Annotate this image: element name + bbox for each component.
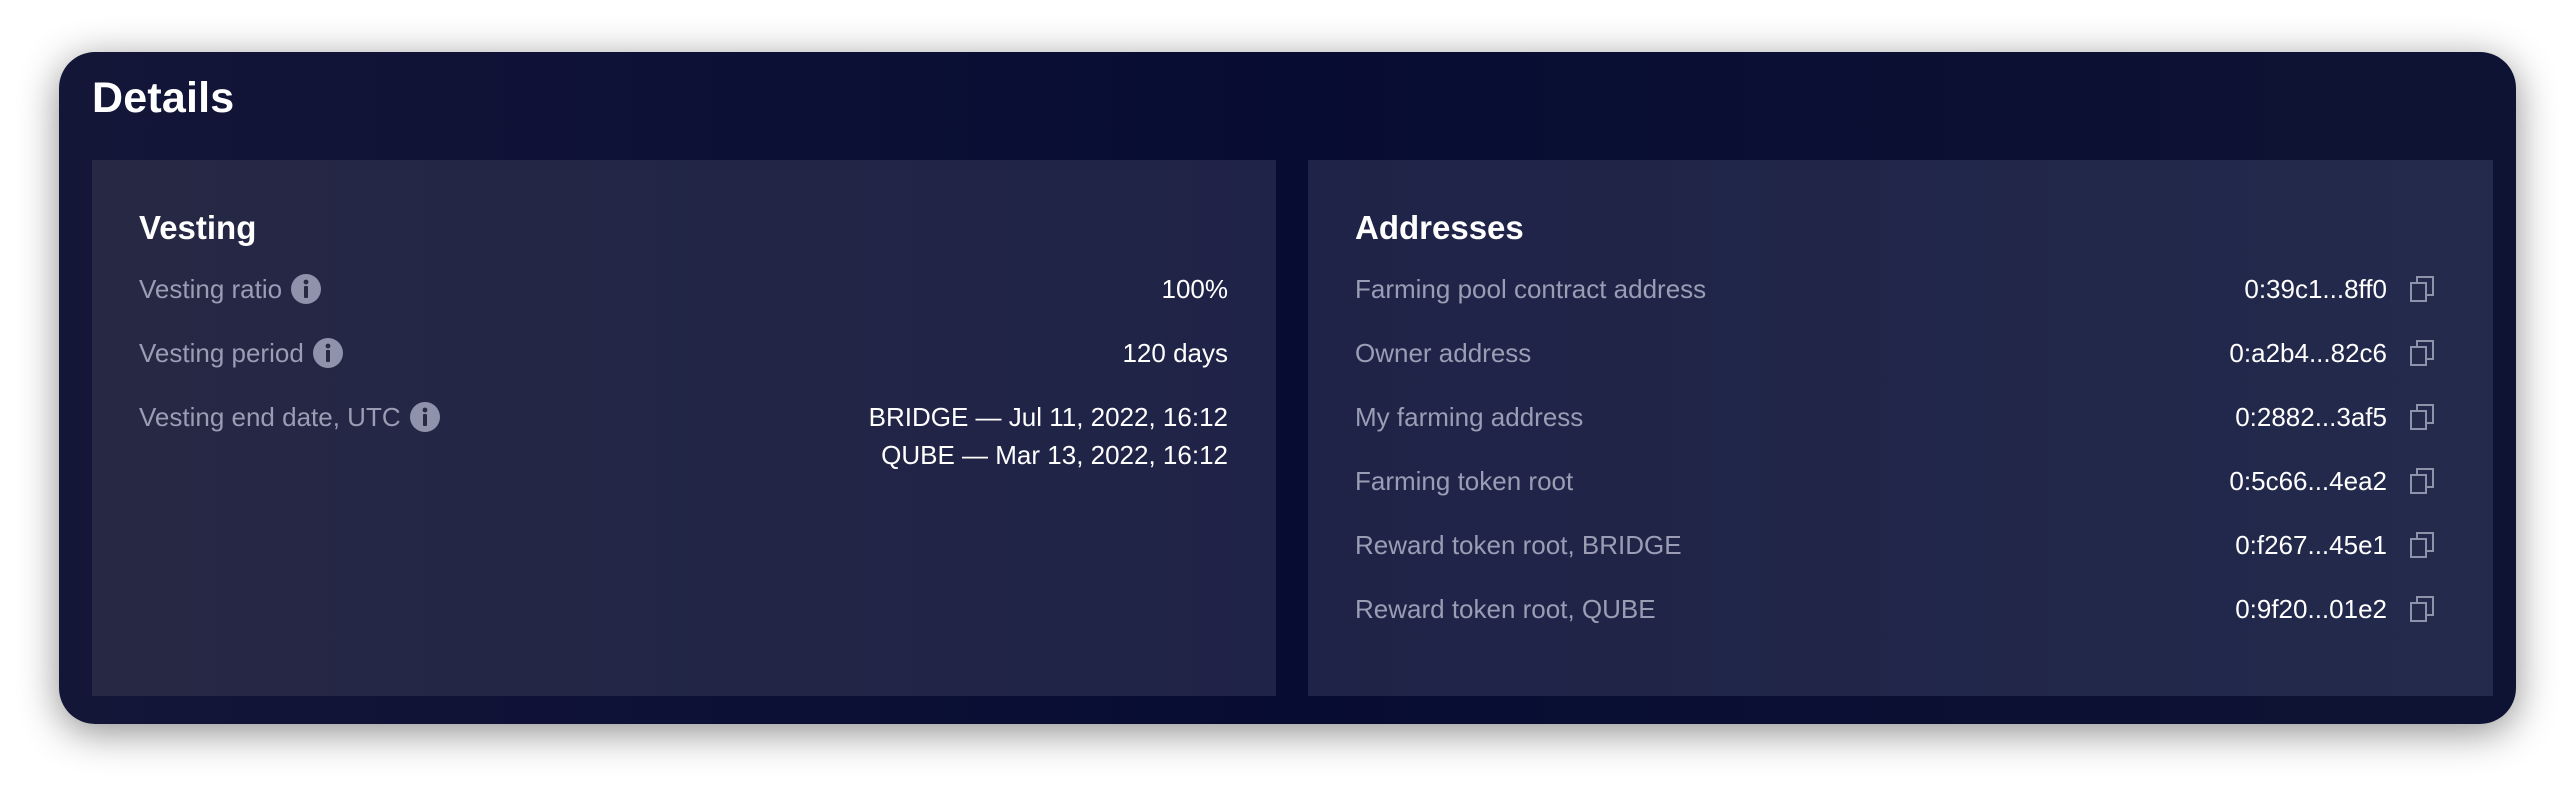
details-card: Details Vesting Vesting ratio 100% Vesti… <box>59 52 2516 724</box>
address-value[interactable]: 0:39c1...8ff0 <box>2244 270 2387 308</box>
vesting-panel: Vesting Vesting ratio 100% Vesting perio… <box>92 160 1276 696</box>
vesting-title: Vesting <box>139 209 257 246</box>
copy-icon[interactable] <box>2407 402 2437 432</box>
address-label: My farming address <box>1355 402 1584 432</box>
copy-icon[interactable] <box>2407 466 2437 496</box>
addresses-title: Addresses <box>1355 209 1524 246</box>
address-value[interactable]: 0:2882...3af5 <box>2235 398 2387 436</box>
vesting-end-date-qube: QUBE — Mar 13, 2022, 16:12 <box>881 440 1228 470</box>
vesting-end-date-label: Vesting end date, UTC <box>139 402 401 432</box>
vesting-end-date-label-group: Vesting end date, UTC <box>139 398 441 436</box>
vesting-end-date-values: BRIDGE — Jul 11, 2022, 16:12 QUBE — Mar … <box>869 398 1228 474</box>
address-row-reward-qube: Reward token root, QUBE 0:9f20...01e2 <box>1355 590 2445 654</box>
vesting-period-row: Vesting period 120 days <box>139 334 1228 398</box>
address-value-group: 0:f267...45e1 <box>2235 526 2445 564</box>
vesting-end-date-row: Vesting end date, UTC BRIDGE — Jul 11, 2… <box>139 398 1228 474</box>
vesting-period-label-group: Vesting period <box>139 334 344 372</box>
details-title: Details <box>92 74 235 122</box>
address-value[interactable]: 0:9f20...01e2 <box>2235 590 2387 628</box>
address-row-owner: Owner address 0:a2b4...82c6 <box>1355 334 2445 398</box>
copy-icon[interactable] <box>2407 338 2437 368</box>
vesting-ratio-row: Vesting ratio 100% <box>139 270 1228 334</box>
info-icon[interactable] <box>312 337 344 369</box>
address-label: Farming pool contract address <box>1355 274 1707 304</box>
address-row-farming-pool: Farming pool contract address 0:39c1...8… <box>1355 270 2445 334</box>
vesting-period-label: Vesting period <box>139 338 304 368</box>
address-label: Reward token root, BRIDGE <box>1355 530 1682 560</box>
vesting-period-value: 120 days <box>1122 338 1228 368</box>
vesting-ratio-label-group: Vesting ratio <box>139 270 322 308</box>
address-value[interactable]: 0:5c66...4ea2 <box>2229 462 2387 500</box>
copy-icon[interactable] <box>2407 274 2437 304</box>
info-icon[interactable] <box>409 401 441 433</box>
address-value-group: 0:39c1...8ff0 <box>2244 270 2445 308</box>
address-label: Farming token root <box>1355 466 1574 496</box>
address-row-my-farming: My farming address 0:2882...3af5 <box>1355 398 2445 462</box>
address-value-group: 0:5c66...4ea2 <box>2229 462 2445 500</box>
address-value[interactable]: 0:a2b4...82c6 <box>2229 334 2387 372</box>
address-label: Reward token root, QUBE <box>1355 594 1656 624</box>
address-value[interactable]: 0:f267...45e1 <box>2235 526 2387 564</box>
address-value-group: 0:a2b4...82c6 <box>2229 334 2445 372</box>
vesting-end-date-bridge: BRIDGE — Jul 11, 2022, 16:12 <box>868 402 1228 432</box>
address-row-farming-token-root: Farming token root 0:5c66...4ea2 <box>1355 462 2445 526</box>
info-icon[interactable] <box>290 273 322 305</box>
address-value-group: 0:2882...3af5 <box>2235 398 2445 436</box>
vesting-ratio-value: 100% <box>1161 274 1229 304</box>
addresses-panel: Addresses Farming pool contract address … <box>1308 160 2493 696</box>
address-label: Owner address <box>1355 338 1532 368</box>
copy-icon[interactable] <box>2407 594 2437 624</box>
address-value-group: 0:9f20...01e2 <box>2235 590 2445 628</box>
address-row-reward-bridge: Reward token root, BRIDGE 0:f267...45e1 <box>1355 526 2445 590</box>
vesting-ratio-label: Vesting ratio <box>139 274 283 304</box>
copy-icon[interactable] <box>2407 530 2437 560</box>
